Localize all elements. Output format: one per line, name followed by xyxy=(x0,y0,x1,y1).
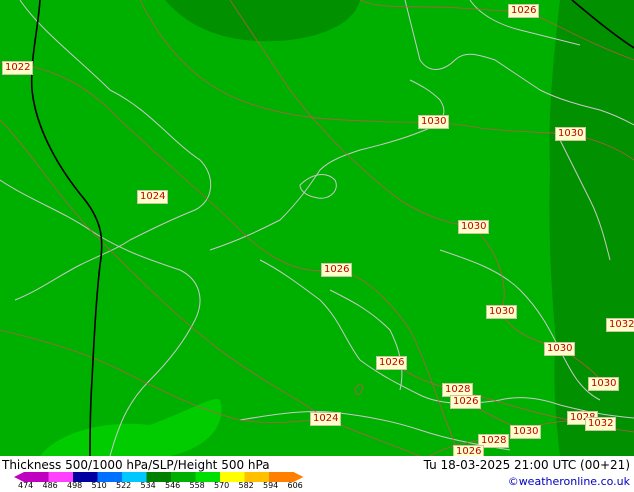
legend-tick: 582 xyxy=(238,481,254,490)
map-footer: Thickness 500/1000 hPa/SLP/Height 500 hP… xyxy=(0,456,634,490)
credit-link[interactable]: ©weatheronline.co.uk xyxy=(508,475,630,488)
isobar-label: 1026 xyxy=(450,395,482,409)
legend-tick-labels: 474 486 498 510 522 534 546 558 570 582 594 606 xyxy=(18,482,328,492)
light-green-area-south xyxy=(40,399,222,456)
legend-tick: 594 xyxy=(263,481,279,490)
legend-tick: 546 xyxy=(165,481,181,490)
height-500-contour xyxy=(30,0,103,456)
isobar-label: 1030 xyxy=(418,115,450,129)
legend-tick: 558 xyxy=(189,481,205,490)
legend-tick: 522 xyxy=(116,481,132,490)
legend-tick: 474 xyxy=(18,481,34,490)
isobar-label: 1026 xyxy=(508,4,540,18)
isobar-label: 1030 xyxy=(458,220,490,234)
weather-map: 1026 1022 1030 1030 1024 1030 1026 1030 … xyxy=(0,0,634,456)
isobar-label: 1032 xyxy=(585,417,617,431)
legend-tick: 570 xyxy=(214,481,230,490)
legend-tick: 606 xyxy=(287,481,303,490)
isobar-label: 1022 xyxy=(2,61,34,75)
legend-tick: 534 xyxy=(140,481,156,490)
valid-time: Tu 18-03-2025 21:00 UTC (00+21) xyxy=(423,458,630,472)
isobar-label: 1030 xyxy=(486,305,518,319)
legend-tick: 498 xyxy=(67,481,83,490)
legend-tick: 486 xyxy=(42,481,58,490)
isobar-label: 1030 xyxy=(510,425,542,439)
map-canvas xyxy=(0,0,634,456)
coastlines xyxy=(0,0,634,456)
isobar-label: 1032 xyxy=(606,318,634,332)
map-title: Thickness 500/1000 hPa/SLP/Height 500 hP… xyxy=(2,458,270,472)
isobar-label: 1024 xyxy=(137,190,169,204)
isobar-label: 1030 xyxy=(555,127,587,141)
isobar-label: 1026 xyxy=(321,263,353,277)
isobar-label: 1024 xyxy=(310,412,342,426)
isobar-label: 1026 xyxy=(376,356,408,370)
dark-green-area-north xyxy=(165,0,360,42)
isobar-label: 1030 xyxy=(544,342,576,356)
isobar-label: 1030 xyxy=(588,377,620,391)
legend-tick: 510 xyxy=(91,481,107,490)
isobars xyxy=(0,0,634,456)
isobar-label: 1026 xyxy=(453,445,485,456)
